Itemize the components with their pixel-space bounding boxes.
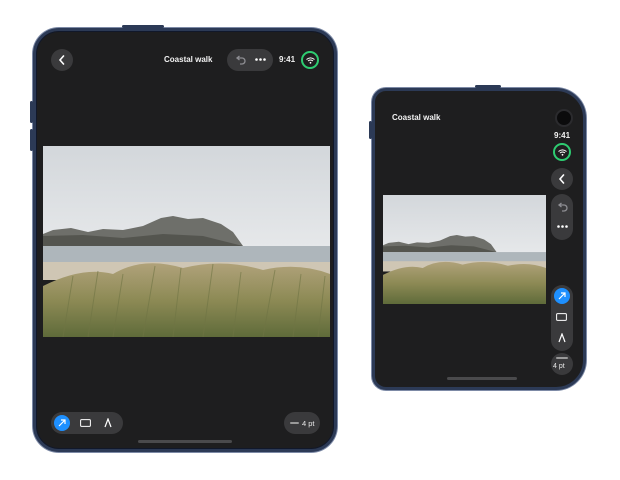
document-title: Coastal walk	[392, 113, 441, 122]
coastal-photo	[383, 195, 546, 304]
wifi-status	[301, 51, 319, 69]
power-button	[475, 85, 501, 88]
volume-button	[30, 129, 33, 151]
more-icon[interactable]	[557, 225, 568, 228]
wifi-icon	[305, 56, 315, 64]
undo-icon[interactable]	[557, 202, 568, 212]
line-width-button[interactable]: 4 pt	[284, 412, 320, 434]
pen-tool-button[interactable]	[54, 415, 70, 431]
back-button[interactable]	[551, 168, 573, 190]
front-camera	[555, 109, 573, 127]
unfolded-device: Coastal walk 9:41 4 pt	[30, 25, 337, 452]
rectangle-tool-icon[interactable]	[80, 419, 91, 427]
side-button	[583, 171, 586, 201]
arrow-up-right-icon	[558, 292, 566, 300]
line-width-sample	[556, 357, 568, 359]
pen-nib-tool-icon[interactable]	[104, 418, 112, 428]
status-time: 9:41	[554, 131, 571, 140]
more-icon[interactable]	[255, 58, 266, 61]
markup-tools-pill	[551, 285, 573, 351]
line-width-sample	[290, 422, 299, 424]
arrow-up-right-icon	[58, 419, 66, 427]
status-time: 9:41	[279, 55, 296, 64]
folded-device: Coastal walk 9:41 4 pt	[369, 85, 586, 390]
rectangle-tool-icon[interactable]	[556, 313, 567, 321]
pen-nib-tool-icon[interactable]	[558, 333, 566, 343]
edit-actions-pill	[227, 49, 273, 71]
wifi-icon	[557, 148, 567, 156]
edit-actions-pill	[551, 194, 573, 240]
markup-tools-pill	[51, 412, 123, 434]
coastal-photo	[43, 146, 330, 338]
wifi-status	[553, 143, 571, 161]
document-title: Coastal walk	[164, 55, 213, 64]
line-width-button[interactable]: 4 pt	[551, 353, 573, 375]
home-indicator	[447, 377, 517, 380]
undo-icon[interactable]	[235, 55, 246, 65]
chevron-left-icon	[58, 55, 66, 65]
volume-button	[30, 101, 33, 123]
line-width-label: 4 pt	[302, 419, 315, 428]
volume-button	[369, 121, 372, 139]
line-width-label: 4 pt	[553, 363, 565, 370]
pen-tool-button[interactable]	[554, 288, 570, 304]
back-button[interactable]	[51, 49, 73, 71]
power-button	[122, 25, 164, 28]
chevron-left-icon	[558, 174, 566, 184]
home-indicator	[138, 440, 232, 443]
